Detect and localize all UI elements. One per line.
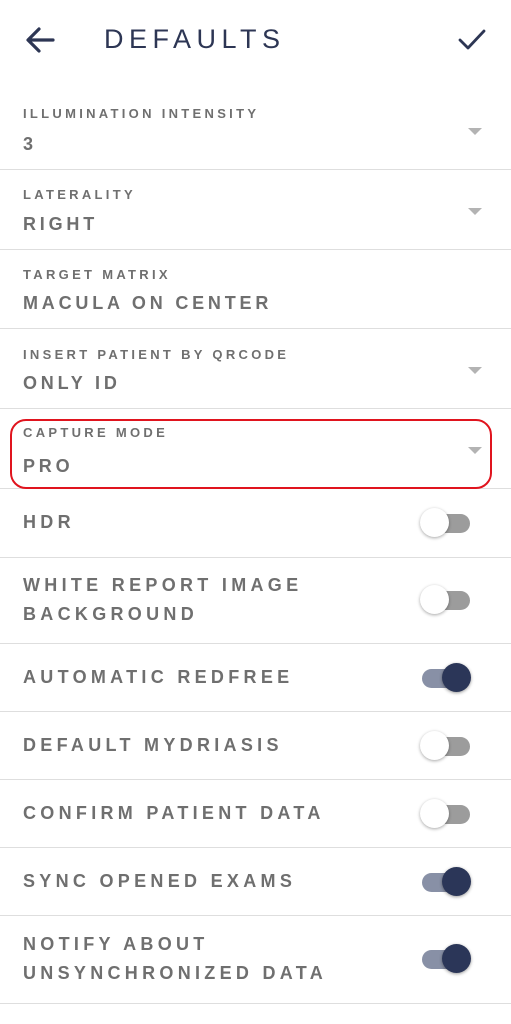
- arrow-left-icon: [26, 27, 55, 53]
- field-label: CAPTURE MODE: [23, 425, 169, 440]
- app-header: DEFAULTS: [0, 0, 511, 82]
- page-title: DEFAULTS: [104, 24, 286, 54]
- caret-down-icon: [468, 447, 482, 454]
- hdr-toggle[interactable]: [418, 506, 472, 540]
- toggle-knob: [442, 867, 471, 896]
- back-button[interactable]: [22, 22, 58, 58]
- caret-down-icon: [468, 208, 482, 215]
- sync-opened-exams-toggle[interactable]: [418, 865, 472, 899]
- default-mydriasis-toggle[interactable]: [418, 729, 472, 763]
- toggle-label: DEFAULT MYDRIASIS: [23, 735, 283, 755]
- field-value: RIGHT: [23, 214, 98, 234]
- check-icon: [458, 29, 486, 50]
- notify-unsynchronized-toggle[interactable]: [418, 942, 472, 976]
- toggle-row-automatic-redfree: AUTOMATIC REDFREE: [0, 644, 511, 712]
- caret-down-icon: [468, 367, 482, 374]
- toggle-knob: [420, 585, 449, 614]
- field-value: PRO: [23, 456, 74, 476]
- white-report-background-toggle[interactable]: [418, 583, 472, 617]
- field-value: ONLY ID: [23, 373, 121, 393]
- toggle-row-confirm-patient-data: CONFIRM PATIENT DATA: [0, 780, 511, 848]
- toggle-label-line2: UNSYNCHRONIZED DATA: [23, 963, 328, 983]
- confirm-button[interactable]: [452, 22, 492, 58]
- toggle-row-white-report-background: WHITE REPORT IMAGE BACKGROUND: [0, 558, 511, 644]
- toggle-row-notify-unsynchronized: NOTIFY ABOUT UNSYNCHRONIZED DATA: [0, 916, 511, 1004]
- field-label: LATERALITY: [23, 187, 136, 202]
- caret-down-icon: [468, 128, 482, 135]
- toggle-label-line1: NOTIFY ABOUT: [23, 934, 209, 954]
- toggle-row-sync-opened-exams: SYNC OPENED EXAMS: [0, 848, 511, 916]
- toggle-knob: [420, 508, 449, 537]
- toggle-label: SYNC OPENED EXAMS: [23, 871, 297, 891]
- toggle-knob: [420, 731, 449, 760]
- field-label: ILLUMINATION INTENSITY: [23, 106, 260, 121]
- divider: [0, 1003, 511, 1004]
- toggle-label-line2: BACKGROUND: [23, 604, 198, 624]
- toggle-label: CONFIRM PATIENT DATA: [23, 803, 325, 823]
- toggle-label: HDR: [23, 512, 75, 532]
- confirm-patient-data-toggle[interactable]: [418, 797, 472, 831]
- dropdown-insert-patient-qrcode[interactable]: INSERT PATIENT BY QRCODE ONLY ID: [0, 329, 511, 409]
- dropdown-laterality[interactable]: LATERALITY RIGHT: [0, 170, 511, 250]
- dropdown-illumination-intensity[interactable]: ILLUMINATION INTENSITY 3: [0, 90, 511, 170]
- toggle-row-default-mydriasis: DEFAULT MYDRIASIS: [0, 712, 511, 780]
- automatic-redfree-toggle[interactable]: [418, 661, 472, 695]
- field-label: INSERT PATIENT BY QRCODE: [23, 347, 290, 362]
- toggle-label: AUTOMATIC REDFREE: [23, 667, 294, 687]
- field-label: TARGET MATRIX: [23, 267, 171, 282]
- toggle-knob: [442, 663, 471, 692]
- field-value: 3: [23, 134, 37, 154]
- dropdown-target-matrix[interactable]: TARGET MATRIX MACULA ON CENTER: [0, 250, 511, 329]
- field-value: MACULA ON CENTER: [23, 293, 273, 313]
- toggle-label-line1: WHITE REPORT IMAGE: [23, 575, 303, 595]
- dropdown-capture-mode[interactable]: CAPTURE MODE PRO: [0, 409, 511, 489]
- toggle-row-hdr: HDR: [0, 489, 511, 558]
- toggle-knob: [420, 799, 449, 828]
- toggle-knob: [442, 944, 471, 973]
